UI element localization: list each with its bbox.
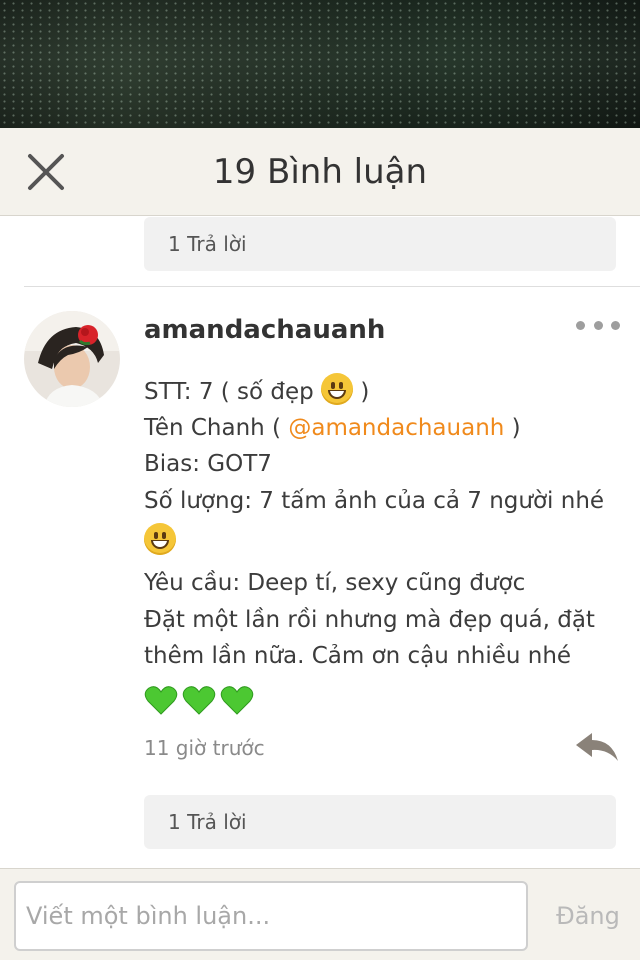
- comment-line-text: Tên Chanh (: [144, 414, 282, 441]
- comment-line: Yêu cầu: Deep tí, sexy cũng được: [144, 570, 526, 596]
- reply-button[interactable]: [574, 731, 620, 763]
- avatar[interactable]: [24, 311, 120, 407]
- reply-arrow-icon: [576, 733, 618, 761]
- grinning-face-icon: [144, 523, 176, 555]
- close-icon: [28, 154, 64, 190]
- comment-line: Bias: GOT7: [144, 451, 272, 477]
- green-heart-icon: [144, 685, 178, 715]
- grinning-face-icon: [321, 373, 354, 405]
- comment-line-text: STT: 7 ( số đẹp: [144, 379, 314, 405]
- more-dot: [611, 320, 620, 330]
- background-photo: [0, 0, 640, 128]
- comment-timestamp: 11 giờ trước: [144, 736, 265, 760]
- comment-line: Số lượng: 7 tấm ảnh của cả 7 người nhé: [144, 487, 605, 514]
- comment-line: thêm lần nữa. Cảm ơn cậu nhiều nhé: [144, 643, 572, 669]
- comment-line: Tên Chanh ( @amandachauanh ): [144, 410, 614, 447]
- close-button[interactable]: [22, 148, 70, 196]
- comment-username[interactable]: amandachauanh: [144, 315, 385, 345]
- comment-text: STT: 7 ( số đẹp ) Tên Chanh ( @amandacha…: [144, 373, 614, 723]
- comments-header: 19 Bình luận: [0, 128, 640, 216]
- comment-line: [144, 519, 614, 565]
- more-dot: [593, 320, 603, 330]
- view-replies-button[interactable]: 1 Trả lời: [144, 217, 616, 271]
- green-heart-icon: [220, 685, 254, 715]
- comment-composer: Đăng: [0, 868, 640, 960]
- view-replies-button[interactable]: 1 Trả lời: [144, 795, 616, 849]
- user-mention-link[interactable]: @amandachauanh: [288, 415, 504, 441]
- green-heart-icon: [182, 685, 216, 715]
- more-options-button[interactable]: [576, 313, 620, 337]
- comment-line: STT: 7 ( số đẹp ): [144, 373, 614, 410]
- post-button[interactable]: Đăng: [548, 881, 628, 951]
- comment-line-text: ): [360, 379, 370, 405]
- page-title: 19 Bình luận: [212, 152, 428, 192]
- comment-input[interactable]: [14, 881, 528, 951]
- comments-list[interactable]: 1 Trả lời amandachauanh STT: 7 ( số đẹp …: [0, 217, 640, 868]
- more-dots-icon: [576, 320, 585, 330]
- hearts-row: [144, 675, 614, 723]
- comment-line: Đặt một lần rồi nhưng mà đẹp quá, đặt: [144, 606, 595, 633]
- comment-divider: [24, 286, 640, 287]
- comment-line-text: ): [511, 414, 521, 441]
